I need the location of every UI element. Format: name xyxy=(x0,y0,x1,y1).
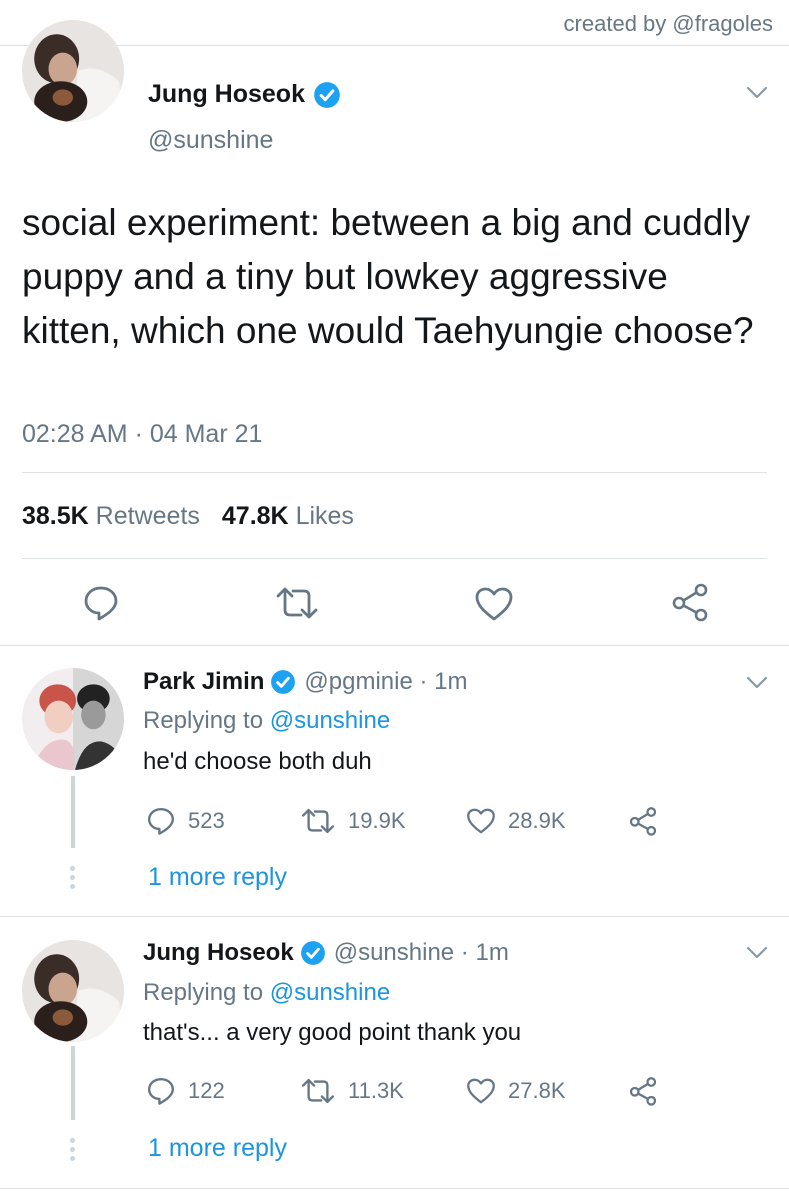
avatar[interactable] xyxy=(22,940,124,1042)
chevron-down-icon[interactable] xyxy=(746,86,768,100)
reply-action[interactable]: 122 xyxy=(146,1076,225,1106)
more-replies-link[interactable]: 1 more reply xyxy=(148,1134,287,1163)
share-icon xyxy=(628,806,658,836)
reply-icon[interactable] xyxy=(82,584,120,622)
handle-time[interactable]: @pgminie · 1m xyxy=(304,668,467,696)
reply-count: 122 xyxy=(188,1078,225,1103)
author-handle[interactable]: @sunshine xyxy=(148,126,273,155)
retweet-icon[interactable] xyxy=(274,586,320,620)
replying-prefix: Replying to xyxy=(143,979,264,1006)
share-action[interactable] xyxy=(628,806,670,836)
share-icon[interactable] xyxy=(670,582,710,622)
replying-to: Replying to @sunshine xyxy=(143,979,390,1007)
avatar[interactable] xyxy=(22,668,124,770)
reply-header: Jung Hoseok @sunshine · 1m xyxy=(143,939,509,967)
reply-count: 523 xyxy=(188,808,225,833)
credit-text: created by @fragoles xyxy=(563,11,773,36)
thread-dots xyxy=(70,1138,76,1165)
tweet-timestamp[interactable]: 02:28 AM · 04 Mar 21 xyxy=(22,420,262,449)
author-name-label: Jung Hoseok xyxy=(148,80,305,108)
like-count: 27.8K xyxy=(508,1078,566,1103)
tweet-stats: 38.5K Retweets 47.8K Likes xyxy=(22,502,354,531)
retweet-count: 19.9K xyxy=(348,808,406,833)
divider xyxy=(22,558,767,559)
more-replies-link[interactable]: 1 more reply xyxy=(148,863,287,892)
divider xyxy=(0,645,789,646)
chevron-down-icon[interactable] xyxy=(746,946,768,960)
handle-time[interactable]: @sunshine · 1m xyxy=(334,939,509,967)
tweet-text: social experiment: between a big and cud… xyxy=(22,202,754,351)
author-name[interactable]: Jung Hoseok xyxy=(148,80,341,109)
reply-action[interactable]: 523 xyxy=(146,806,225,836)
credit-bar: created by @fragoles xyxy=(0,0,789,46)
reply-text: that's... a very good point thank you xyxy=(143,1019,522,1046)
replying-to: Replying to @sunshine xyxy=(143,707,390,735)
share-action[interactable] xyxy=(628,1076,670,1106)
retweet-icon xyxy=(300,1076,336,1106)
heart-icon xyxy=(466,806,496,836)
replying-mention[interactable]: @sunshine xyxy=(270,707,390,734)
like-action[interactable]: 27.8K xyxy=(466,1076,566,1106)
like-action[interactable]: 28.9K xyxy=(466,806,566,836)
retweet-icon xyxy=(300,806,336,836)
heart-icon[interactable] xyxy=(474,586,514,622)
thread-line xyxy=(71,776,75,848)
divider xyxy=(0,1188,789,1189)
share-icon xyxy=(628,1076,658,1106)
likes-stat[interactable]: 47.8K Likes xyxy=(222,502,354,530)
retweets-stat[interactable]: 38.5K Retweets xyxy=(22,502,200,530)
author-name[interactable]: Jung Hoseok xyxy=(143,939,294,967)
replying-prefix: Replying to xyxy=(143,707,264,734)
divider xyxy=(22,472,767,473)
verified-icon xyxy=(313,81,341,109)
retweet-count: 11.3K xyxy=(348,1078,404,1103)
author-name[interactable]: Park Jimin xyxy=(143,668,264,696)
retweets-count: 38.5K xyxy=(22,502,89,530)
thread-line xyxy=(71,1046,75,1120)
replying-mention[interactable]: @sunshine xyxy=(270,979,390,1006)
thread-dots xyxy=(70,866,76,893)
likes-label: Likes xyxy=(295,502,354,530)
verified-icon xyxy=(270,669,296,695)
reply-header: Park Jimin @pgminie · 1m xyxy=(143,668,467,696)
verified-icon xyxy=(300,940,326,966)
retweet-action[interactable]: 19.9K xyxy=(300,806,406,836)
reply-text: he'd choose both duh xyxy=(143,748,372,775)
likes-count: 47.8K xyxy=(221,502,289,530)
divider xyxy=(0,916,789,917)
avatar[interactable] xyxy=(22,20,124,122)
retweets-label: Retweets xyxy=(95,502,200,530)
retweet-action[interactable]: 11.3K xyxy=(300,1076,404,1106)
reply-icon xyxy=(146,806,176,836)
heart-icon xyxy=(466,1076,496,1106)
chevron-down-icon[interactable] xyxy=(746,676,768,690)
like-count: 28.9K xyxy=(508,808,566,833)
reply-icon xyxy=(146,1076,176,1106)
